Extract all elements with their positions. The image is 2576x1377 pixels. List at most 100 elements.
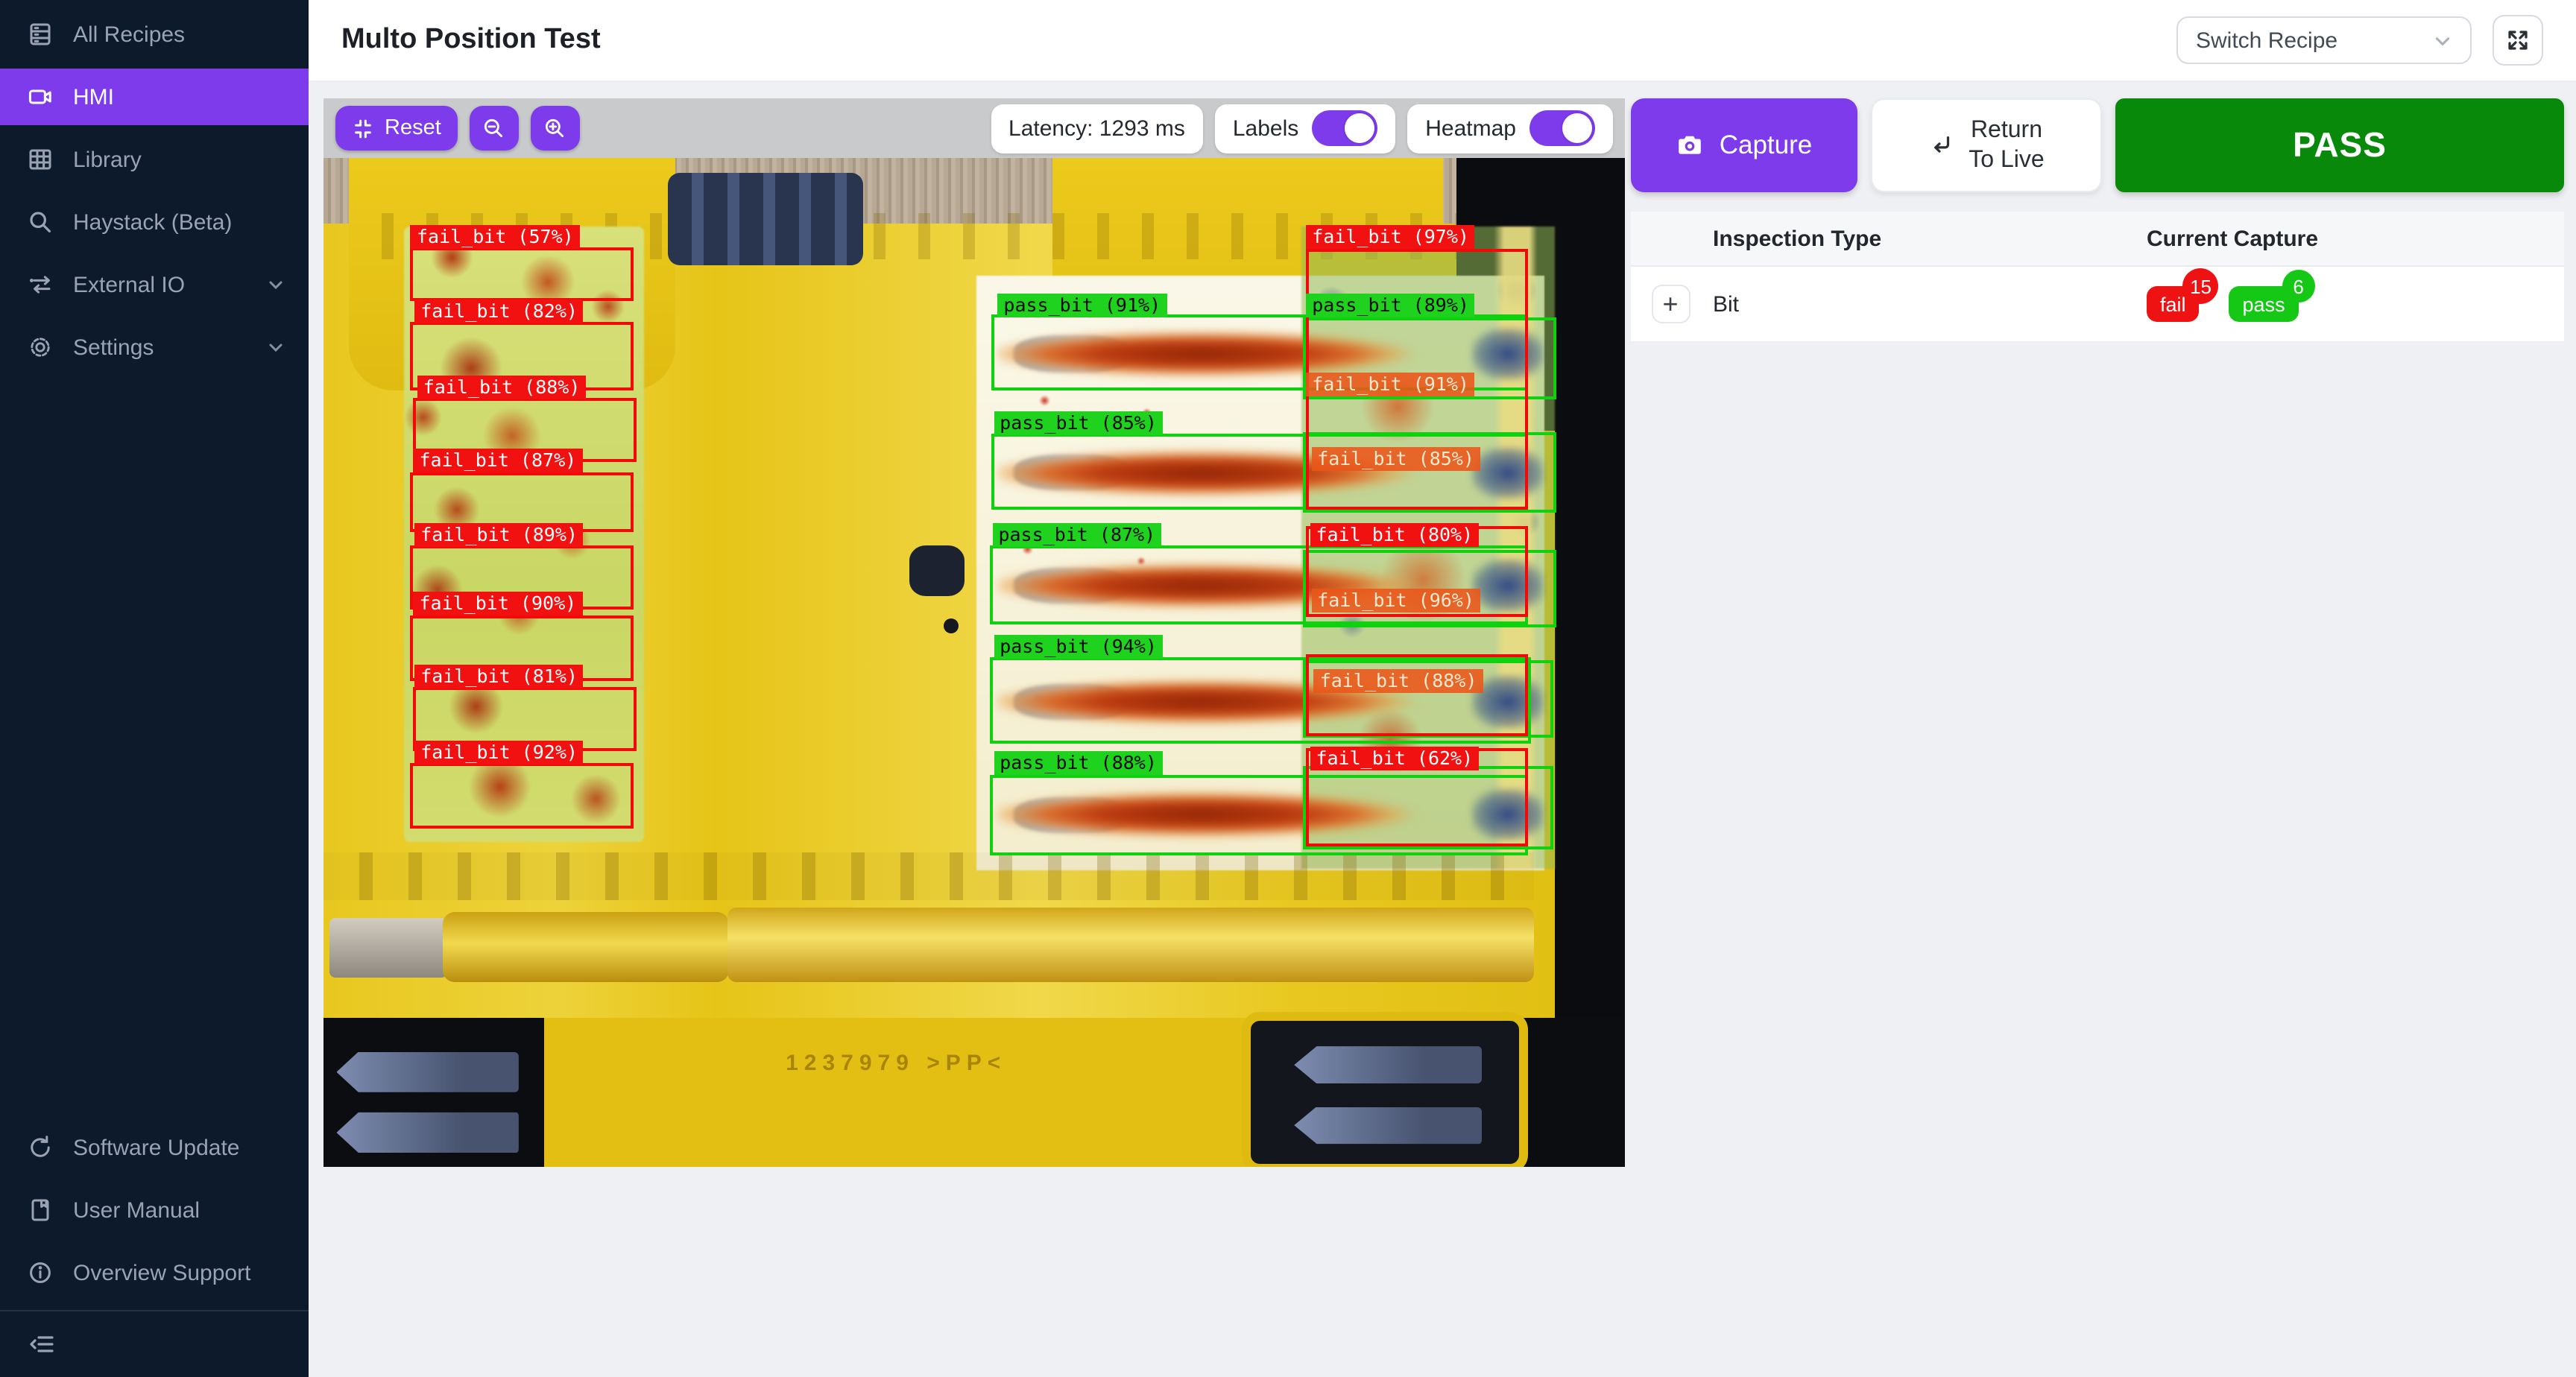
search-icon (27, 209, 54, 235)
gear-icon (27, 334, 54, 361)
camera-viewer: Reset Latency: 1293 ms (323, 98, 1625, 1167)
sidebar-item-label: Settings (73, 335, 247, 360)
detection-label: fail_bit (88%) (417, 375, 587, 399)
heatmap-toggle[interactable] (1530, 110, 1595, 146)
detection-label: pass_bit (88%) (994, 751, 1163, 775)
heatmap-toggle-card: Heatmap (1407, 104, 1613, 153)
return-icon (1928, 133, 1954, 158)
sidebar-item-software-update[interactable]: Software Update (0, 1119, 309, 1176)
detection-label: pass_bit (87%) (992, 523, 1161, 547)
sidebar-item-label: External IO (73, 272, 247, 297)
return-label: ReturnTo Live (1969, 117, 2044, 174)
detection-label: fail_bit (57%) (411, 226, 580, 250)
return-to-live-button[interactable]: ReturnTo Live (1871, 98, 2102, 192)
detection-label: fail_bit (80%) (1310, 523, 1479, 547)
heatmap-toggle-label: Heatmap (1425, 115, 1516, 141)
detection-label: pass_bit (85%) (994, 411, 1163, 435)
app-root: All Recipes HMI Library (0, 0, 2576, 1377)
detection-label: fail_bit (89%) (414, 523, 584, 547)
viewer-toolbar: Reset Latency: 1293 ms (323, 98, 1625, 158)
io-arrows-icon (27, 271, 54, 298)
sidebar-item-label: Software Update (73, 1135, 239, 1160)
pass-badge-group: pass 6 (2229, 286, 2299, 322)
capture-button[interactable]: Capture (1631, 98, 1857, 192)
fail-count-badge: 15 (2183, 268, 2219, 304)
page-title: Multo Position Test (341, 24, 601, 57)
sidebar-item-label: Library (73, 147, 142, 172)
current-capture-cell: fail 15 pass 6 (2138, 286, 2564, 322)
zoom-in-button[interactable] (531, 106, 580, 151)
zoom-out-icon (482, 116, 506, 140)
table-row: + Bit fail 15 pass 6 (1631, 267, 2564, 343)
labels-toggle[interactable] (1312, 110, 1377, 146)
camera-image[interactable]: 1237979 >PP< fail_bit (57%)fail_bit (82%… (323, 158, 1625, 1167)
sidebar-item-hmi[interactable]: HMI (0, 69, 309, 125)
collapse-sidebar-icon (27, 1329, 57, 1359)
expand-icon (2506, 28, 2530, 52)
detection-label: fail_bit (81%) (414, 665, 584, 688)
reset-view-button[interactable]: Reset (335, 106, 458, 151)
current-capture-header: Current Capture (2138, 226, 2564, 251)
sidebar-item-settings[interactable]: Settings (0, 319, 309, 376)
action-buttons: Capture ReturnTo Live PASS (1631, 98, 2564, 192)
sidebar-item-all-recipes[interactable]: All Recipes (0, 6, 309, 63)
switch-recipe-dropdown[interactable]: Switch Recipe (2176, 16, 2472, 64)
zoom-out-button[interactable] (470, 106, 519, 151)
camera-icon (1676, 131, 1705, 159)
sidebar-item-overview-support[interactable]: Overview Support (0, 1244, 309, 1301)
sidebar-item-user-manual[interactable]: User Manual (0, 1182, 309, 1238)
detection-label: fail_bit (87%) (413, 449, 582, 472)
detection-label: fail_bit (88%) (1314, 668, 1483, 692)
sidebar-item-external-io[interactable]: External IO (0, 256, 309, 313)
detection-label: pass_bit (89%) (1306, 294, 1475, 318)
sidebar: All Recipes HMI Library (0, 0, 309, 1377)
expand-row-button[interactable]: + (1651, 285, 1690, 323)
switch-recipe-label: Switch Recipe (2196, 28, 2433, 53)
results-table-header: Inspection Type Current Capture (1631, 212, 2564, 267)
detection-box (411, 762, 634, 828)
sidebar-item-label: All Recipes (73, 22, 185, 47)
recipes-icon (27, 21, 54, 48)
video-camera-icon (27, 83, 54, 110)
detection-label: fail_bit (92%) (414, 740, 584, 764)
chevron-down-icon (2433, 31, 2452, 50)
right-panel: Capture ReturnTo Live PASS Inspection Ty… (1631, 98, 2564, 343)
capture-label: Capture (1720, 130, 1813, 161)
sidebar-footer: Software Update User Manual Overview Sup… (0, 1119, 309, 1377)
fail-badge-group: fail 15 (2147, 286, 2200, 322)
detection-label: fail_bit (90%) (413, 592, 582, 615)
detection-box (1306, 654, 1527, 736)
header: Multo Position Test Switch Recipe (309, 0, 2576, 82)
detection-box (411, 247, 634, 301)
detection-label: fail_bit (91%) (1306, 373, 1475, 396)
latency-text: Latency: 1293 ms (1008, 115, 1185, 141)
header-actions: Switch Recipe (2176, 15, 2543, 66)
fullscreen-button[interactable] (2493, 15, 2543, 66)
sidebar-item-label: Haystack (Beta) (73, 209, 232, 235)
inspection-type-header: Inspection Type (1710, 226, 2138, 251)
sidebar-collapse-button[interactable] (0, 1311, 309, 1377)
detection-label: fail_bit (96%) (1311, 589, 1480, 612)
detection-label: fail_bit (82%) (414, 300, 584, 323)
labels-toggle-label: Labels (1233, 115, 1298, 141)
reset-fit-icon (352, 117, 374, 139)
detection-label: pass_bit (94%) (994, 634, 1163, 658)
chevron-down-icon (267, 338, 285, 356)
sidebar-item-label: Overview Support (73, 1260, 250, 1285)
zoom-in-icon (543, 116, 567, 140)
detection-label: fail_bit (85%) (1311, 448, 1480, 472)
reset-label: Reset (385, 116, 441, 140)
book-icon (27, 1197, 54, 1224)
sidebar-item-library[interactable]: Library (0, 131, 309, 188)
sidebar-item-label: HMI (73, 84, 114, 110)
sidebar-nav: All Recipes HMI Library (0, 0, 309, 376)
labels-toggle-card: Labels (1215, 104, 1395, 153)
pass-count-badge: 6 (2282, 270, 2315, 303)
pass-status-button[interactable]: PASS (2115, 98, 2564, 192)
refresh-icon (27, 1134, 54, 1161)
latency-indicator: Latency: 1293 ms (991, 104, 1203, 153)
detection-label: fail_bit (62%) (1310, 746, 1479, 770)
viewer-toolbar-right: Latency: 1293 ms Labels Heatmap (991, 104, 1613, 153)
sidebar-item-haystack[interactable]: Haystack (Beta) (0, 194, 309, 250)
sidebar-item-label: User Manual (73, 1197, 200, 1223)
